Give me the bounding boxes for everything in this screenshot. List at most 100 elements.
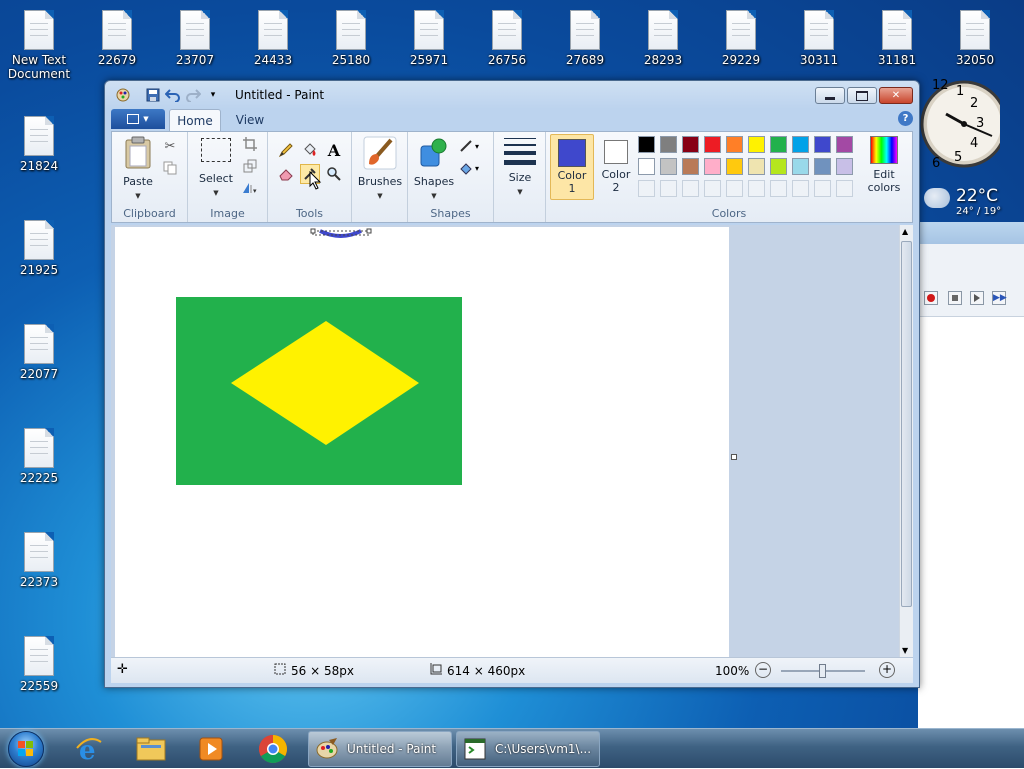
scroll-up-icon[interactable]: ▲ <box>902 227 908 236</box>
canvas-resize-handle[interactable] <box>731 454 737 460</box>
taskbar-ie-button[interactable]: e <box>62 731 116 767</box>
select-button[interactable]: Select ▼ <box>196 138 236 198</box>
canvas-workspace[interactable] <box>111 225 899 657</box>
palette-color-white[interactable] <box>638 158 655 175</box>
crop-icon[interactable] <box>240 134 260 154</box>
palette-color-brown[interactable] <box>682 158 699 175</box>
taskbar-task-console[interactable]: C:\Users\vm1\... <box>456 731 600 767</box>
fill-icon[interactable]: ▾ <box>458 158 486 178</box>
desktop-icon-new-text-document[interactable]: New Text Document <box>4 10 74 81</box>
vertical-scrollbar[interactable]: ▲ ▼ <box>899 225 913 657</box>
rotate-icon[interactable]: ▾ <box>240 178 260 198</box>
fast-forward-button[interactable]: ▶▶ <box>992 291 1007 305</box>
outline-icon[interactable]: ▾ <box>458 136 486 156</box>
resize-icon[interactable] <box>240 156 260 176</box>
paint-window[interactable]: ▾ Untitled - Paint ✕ ▼ Home View ? Paste… <box>104 80 920 688</box>
palette-color-black[interactable] <box>638 136 655 153</box>
close-button[interactable]: ✕ <box>879 87 913 104</box>
palette-color-lime[interactable] <box>770 158 787 175</box>
paste-button[interactable]: Paste ▼ <box>118 136 158 201</box>
palette-empty-slot[interactable] <box>638 180 655 197</box>
brushes-button[interactable]: Brushes ▼ <box>356 136 404 201</box>
help-icon[interactable]: ? <box>898 111 913 126</box>
play-button[interactable] <box>970 291 984 305</box>
color1-button[interactable]: Color 1 <box>550 134 594 200</box>
palette-color-orange[interactable] <box>726 136 743 153</box>
taskbar-chrome-button[interactable] <box>246 731 300 767</box>
palette-color-rose[interactable] <box>704 158 721 175</box>
desktop-icon-22559[interactable]: 22559 <box>4 636 74 693</box>
tab-home[interactable]: Home <box>169 109 221 131</box>
zoom-out-icon[interactable]: − <box>755 662 771 678</box>
scrollbar-thumb[interactable] <box>901 241 912 607</box>
edit-colors-button[interactable]: Edit colors <box>860 136 908 194</box>
size-button[interactable]: Size ▼ <box>498 138 542 197</box>
palette-empty-slot[interactable] <box>682 180 699 197</box>
weather-gadget[interactable]: 22°C 24° / 19° <box>924 182 1024 218</box>
palette-color-green[interactable] <box>770 136 787 153</box>
record-button[interactable] <box>924 291 938 305</box>
desktop-icon-21824[interactable]: 21824 <box>4 116 74 173</box>
taskbar-explorer-button[interactable] <box>124 731 178 767</box>
palette-empty-slot[interactable] <box>748 180 765 197</box>
palette-color-indigo[interactable] <box>814 136 831 153</box>
palette-color-gold[interactable] <box>726 158 743 175</box>
palette-color-gray[interactable] <box>660 136 677 153</box>
palette-color-red[interactable] <box>704 136 721 153</box>
palette-empty-slot[interactable] <box>704 180 721 197</box>
title-bar[interactable]: ▾ Untitled - Paint ✕ <box>105 81 919 109</box>
zoom-slider-thumb[interactable] <box>819 664 826 678</box>
desktop-icon-24433[interactable]: 24433 <box>238 10 308 67</box>
zoom-slider[interactable] <box>781 664 865 678</box>
palette-color-blue-gray[interactable] <box>814 158 831 175</box>
palette-color-lavender[interactable] <box>836 158 853 175</box>
shapes-button[interactable]: Shapes ▼ <box>412 136 456 201</box>
palette-color-light-yellow[interactable] <box>748 158 765 175</box>
undo-icon[interactable] <box>165 87 181 103</box>
desktop-icon-27689[interactable]: 27689 <box>550 10 620 67</box>
palette-empty-slot[interactable] <box>836 180 853 197</box>
magnifier-icon[interactable] <box>324 164 344 184</box>
desktop-icon-29229[interactable]: 29229 <box>706 10 776 67</box>
save-icon[interactable] <box>145 87 161 103</box>
palette-empty-slot[interactable] <box>770 180 787 197</box>
color2-button[interactable]: Color 2 <box>596 134 636 198</box>
copy-icon[interactable] <box>160 158 180 178</box>
desktop-icon-22373[interactable]: 22373 <box>4 532 74 589</box>
desktop-icon-32050[interactable]: 32050 <box>940 10 1010 67</box>
eraser-icon[interactable] <box>276 164 296 184</box>
palette-empty-slot[interactable] <box>792 180 809 197</box>
palette-color-light-gray[interactable] <box>660 158 677 175</box>
palette-empty-slot[interactable] <box>814 180 831 197</box>
desktop-icon-25180[interactable]: 25180 <box>316 10 386 67</box>
desktop-icon-28293[interactable]: 28293 <box>628 10 698 67</box>
desktop-icon-26756[interactable]: 26756 <box>472 10 542 67</box>
start-button[interactable] <box>4 729 48 769</box>
palette-color-turquoise[interactable] <box>792 136 809 153</box>
clock-gadget[interactable]: 12 1 2 3 4 5 6 <box>920 62 1002 182</box>
palette-empty-slot[interactable] <box>660 180 677 197</box>
palette-color-light-turquoise[interactable] <box>792 158 809 175</box>
fill-bucket-icon[interactable] <box>300 140 320 160</box>
desktop-icon-25971[interactable]: 25971 <box>394 10 464 67</box>
palette-color-yellow[interactable] <box>748 136 765 153</box>
zoom-in-icon[interactable]: + <box>879 662 895 678</box>
desktop-icon-22679[interactable]: 22679 <box>82 10 152 67</box>
scroll-down-icon[interactable]: ▼ <box>902 646 908 655</box>
minimize-button[interactable] <box>815 87 845 104</box>
palette-empty-slot[interactable] <box>726 180 743 197</box>
desktop-icon-30311[interactable]: 30311 <box>784 10 854 67</box>
background-window[interactable]: ▶▶ <box>918 222 1024 728</box>
pencil-icon[interactable] <box>276 140 296 160</box>
maximize-button[interactable] <box>847 87 877 104</box>
desktop-icon-22225[interactable]: 22225 <box>4 428 74 485</box>
palette-color-purple[interactable] <box>836 136 853 153</box>
desktop-icon-22077[interactable]: 22077 <box>4 324 74 381</box>
taskbar-task-paint[interactable]: Untitled - Paint <box>308 731 452 767</box>
palette-color-dark-red[interactable] <box>682 136 699 153</box>
desktop-icon-21925[interactable]: 21925 <box>4 220 74 277</box>
tab-view[interactable]: View <box>227 109 273 131</box>
taskbar-media-player-button[interactable] <box>184 731 238 767</box>
redo-icon[interactable] <box>185 87 201 103</box>
desktop-icon-31181[interactable]: 31181 <box>862 10 932 67</box>
